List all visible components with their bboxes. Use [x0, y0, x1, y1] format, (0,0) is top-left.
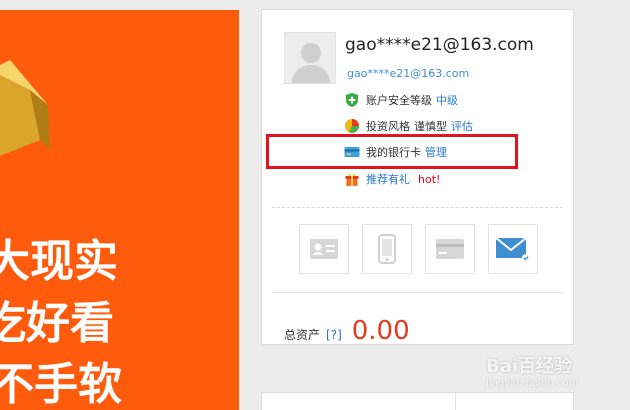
pie-chart-icon — [344, 118, 360, 134]
hot-badge: hot! — [418, 172, 441, 186]
total-assets-label: 总资产 — [284, 328, 321, 342]
id-verify-button[interactable] — [299, 224, 349, 274]
watermark-subtext: jingyan.baidu.com — [486, 378, 579, 389]
watermark-text: Bai百经验 — [486, 356, 573, 377]
security-level-value[interactable]: 中级 — [436, 92, 458, 108]
phone-verify-button[interactable] — [362, 224, 412, 274]
bank-card-icon — [436, 239, 464, 259]
username: gao****e21@163.com — [345, 35, 534, 55]
id-card-icon — [310, 239, 338, 259]
risk-profile-value: 谨慎型 — [414, 120, 447, 133]
divider — [272, 292, 563, 293]
email-verify-button[interactable] — [488, 224, 538, 274]
risk-profile-row: 投资风格 谨慎型 评估 — [344, 117, 473, 135]
risk-assess-link[interactable]: 评估 — [451, 118, 473, 134]
mail-icon — [495, 237, 530, 262]
security-level-label: 账户安全等级 — [366, 94, 432, 107]
bottom-card — [261, 392, 574, 410]
card-divider — [455, 393, 456, 410]
bank-card-bind-button[interactable] — [425, 224, 475, 274]
total-assets: 总资产 [?] 0.00 — [284, 316, 410, 346]
shield-plus-icon — [344, 92, 360, 108]
banner-line-3: 不手软 — [0, 359, 122, 410]
referral-row: 推荐有礼 hot! — [344, 170, 440, 188]
assets-help-link[interactable]: [?] — [326, 328, 342, 342]
gift-icon — [344, 171, 360, 187]
security-level-row: 账户安全等级 中级 — [344, 91, 458, 109]
avatar[interactable] — [284, 32, 336, 84]
risk-profile-label: 投资风格 — [366, 120, 410, 133]
account-panel: gao****e21@163.com gao****e21@163.com 账户… — [261, 9, 574, 346]
highlight-box — [266, 134, 518, 169]
total-assets-amount: 0.00 — [351, 316, 410, 346]
promo-banner[interactable]: 大现实 吃好看 不手软 — [0, 10, 239, 410]
phone-icon — [378, 234, 396, 264]
dashed-divider — [272, 207, 563, 208]
banner-line-1: 大现实 — [0, 236, 118, 287]
gold-bar-icon — [0, 60, 50, 156]
watermark: Bai百经验 jingyan.baidu.com — [486, 352, 578, 389]
referral-link[interactable]: 推荐有礼 — [366, 171, 410, 187]
banner-line-2: 吃好看 — [0, 298, 114, 349]
user-silhouette-icon — [291, 43, 331, 83]
account-email[interactable]: gao****e21@163.com — [347, 67, 469, 80]
